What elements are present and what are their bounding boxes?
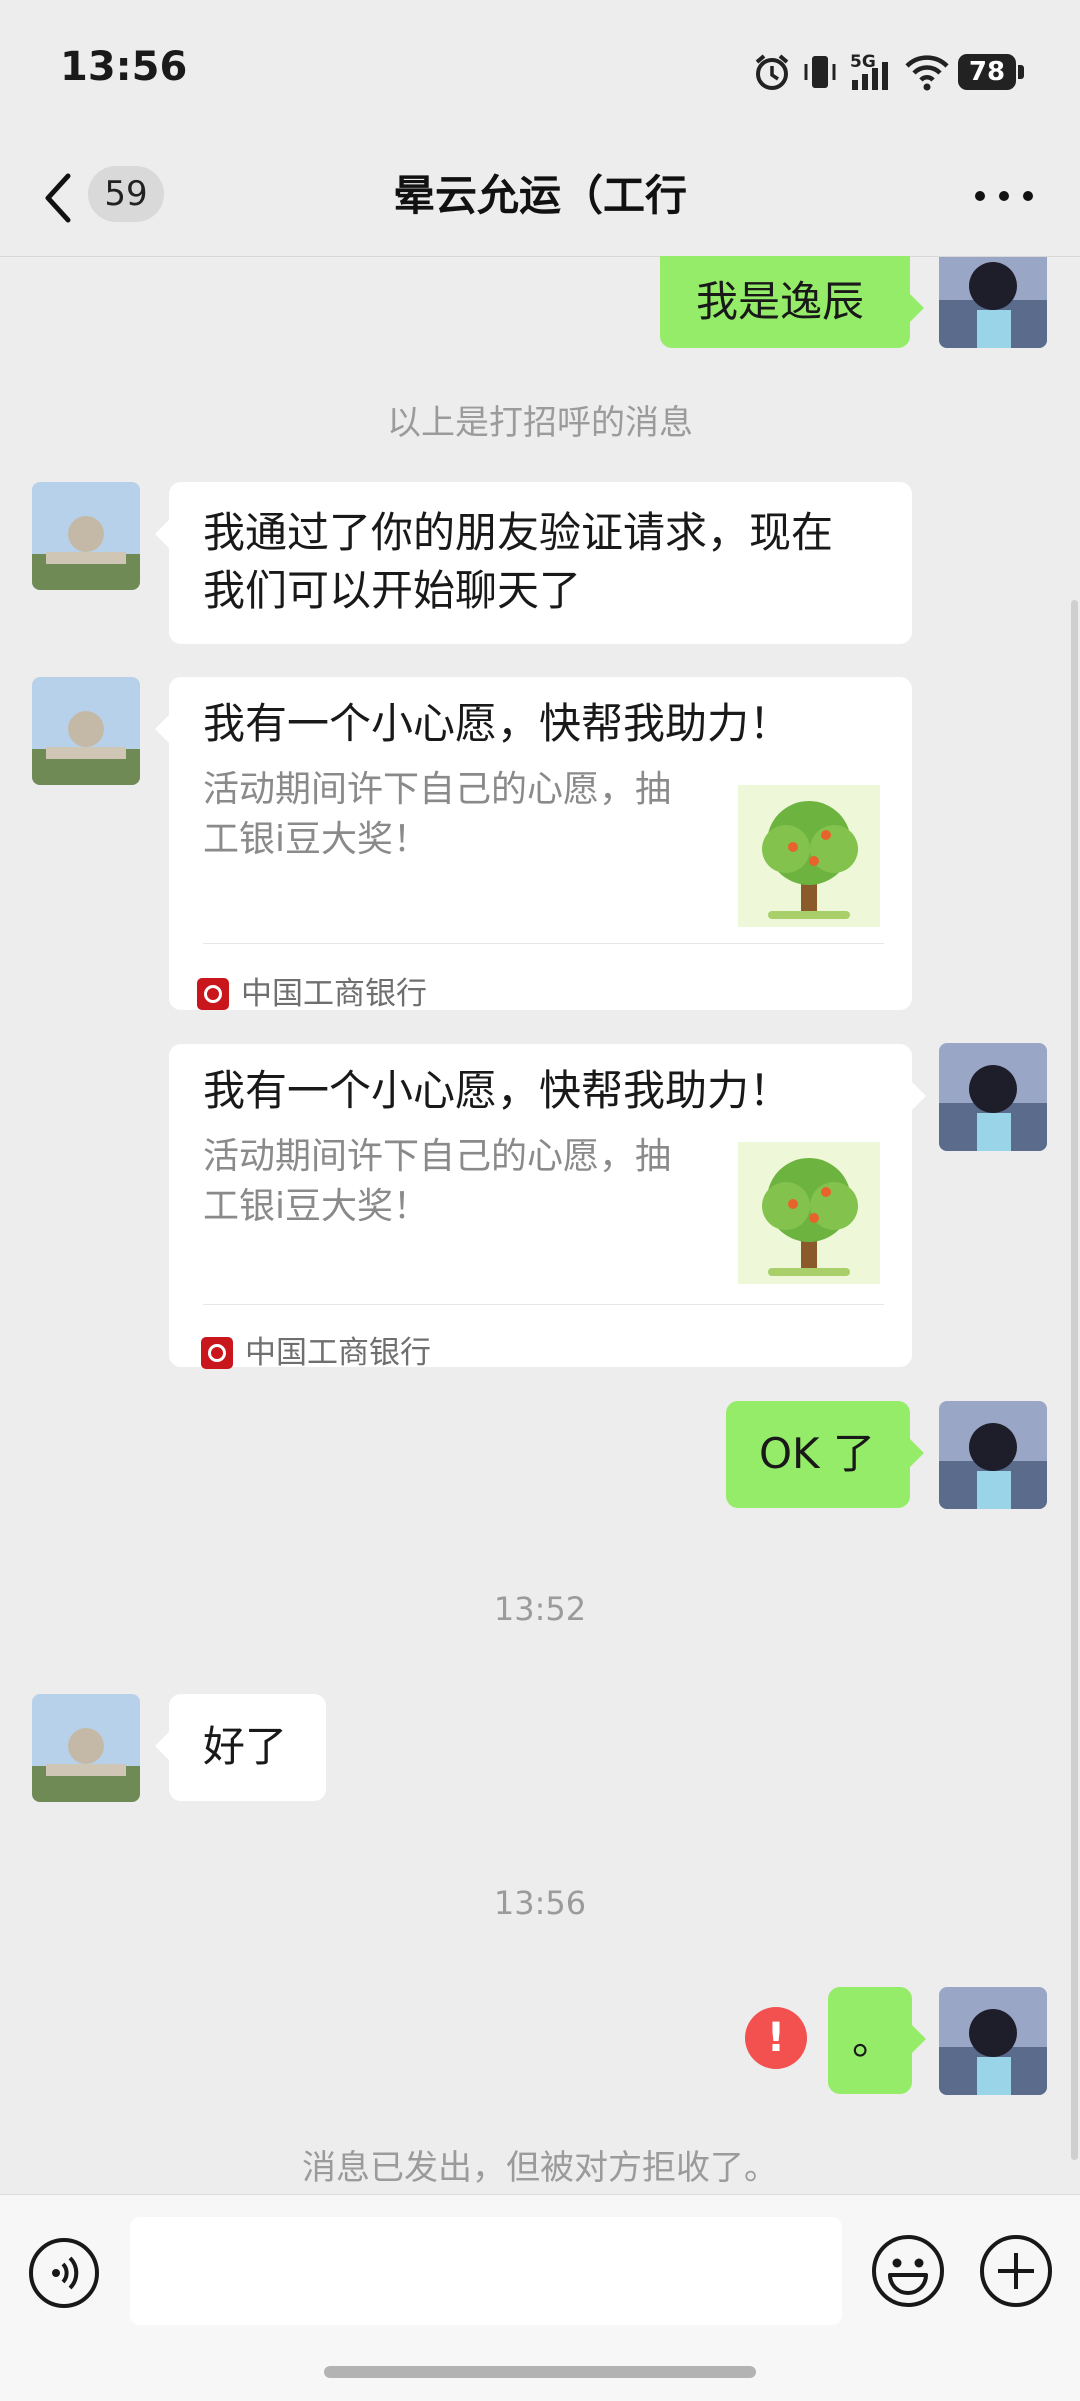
emoji-icon[interactable] [870, 2233, 946, 2309]
status-time: 13:56 [60, 44, 188, 90]
card-desc-line: 活动期间许下自己的心愿，抽 [203, 1136, 672, 1177]
card-source: 中国工商银行 [201, 1324, 431, 1382]
card-source-label: 中国工商银行 [241, 976, 427, 1012]
card-source: 中国工商银行 [197, 965, 427, 1023]
home-indicator[interactable] [324, 2366, 756, 2378]
message-input[interactable] [130, 2217, 842, 2325]
greeting-notice: 以上是打招呼的消息 [387, 403, 693, 443]
tree-thumbnail-icon [738, 1142, 880, 1284]
more-icon[interactable] [972, 180, 1036, 212]
voice-icon[interactable] [28, 2237, 100, 2309]
link-card[interactable]: 我有一个小心愿，快帮我助力！ 活动期间许下自己的心愿，抽 工银i豆大奖！ 中国工… [155, 677, 912, 1012]
battery-icon: 78 [958, 54, 1024, 90]
chat-title: 晕云允运（工行 [392, 171, 687, 220]
wifi-icon [905, 55, 949, 91]
card-divider [203, 1304, 884, 1305]
link-card[interactable]: 我有一个小心愿，快帮我助力！ 活动期间许下自己的心愿，抽 工银i豆大奖！ 中国工… [169, 1044, 926, 1371]
message-text: OK 了 [759, 1429, 875, 1478]
card-title: 我有一个小心愿，快帮我助力！ [203, 1066, 792, 1115]
message-text: 我是逸辰 [696, 277, 865, 326]
vibrate-icon [804, 56, 836, 88]
tree-thumbnail-icon [738, 785, 880, 927]
received-message-bubble[interactable]: 我通过了你的朋友验证请求，现在 我们可以开始聊天了 [155, 482, 912, 644]
card-divider [203, 943, 884, 944]
message-text: 好了 [203, 1722, 288, 1771]
message-text-line: 我通过了你的朋友验证请求，现在 [203, 508, 834, 557]
card-desc-line: 工银i豆大奖！ [203, 819, 430, 860]
scrollbar[interactable] [1071, 600, 1078, 2160]
icbc-logo-icon [197, 978, 229, 1010]
my-avatar[interactable] [939, 1043, 1047, 1151]
rejected-notice: 消息已发出，但被对方拒收了。 [302, 2148, 778, 2188]
timestamp: 13:52 [493, 1590, 587, 1628]
card-description: 活动期间许下自己的心愿，抽 工银i豆大奖！ [203, 1132, 713, 1232]
sent-message-bubble[interactable]: 我是逸辰 [660, 256, 924, 348]
sent-message-bubble[interactable]: OK 了 [726, 1401, 924, 1508]
card-desc-line: 工银i豆大奖！ [203, 1186, 430, 1227]
card-source-label: 中国工商银行 [245, 1335, 431, 1371]
timestamp: 13:56 [493, 1884, 587, 1922]
contact-avatar[interactable] [32, 677, 140, 785]
icbc-logo-icon [201, 1337, 233, 1369]
message-text-line: 我们可以开始聊天了 [203, 566, 582, 615]
my-avatar[interactable] [939, 1401, 1047, 1509]
plus-icon[interactable] [978, 2233, 1054, 2309]
alarm-icon [755, 54, 789, 90]
contact-avatar[interactable] [32, 482, 140, 590]
chat-header: 59 晕云允运（工行 [0, 140, 1080, 257]
card-description: 活动期间许下自己的心愿，抽 工银i豆大奖！ [203, 765, 713, 865]
contact-avatar[interactable] [32, 1694, 140, 1802]
sent-message-bubble[interactable]: 。 [828, 1987, 926, 2094]
message-text: 。 [852, 2015, 895, 2064]
received-message-bubble[interactable]: 好了 [155, 1694, 326, 1801]
signal-icon [852, 62, 888, 90]
card-desc-line: 活动期间许下自己的心愿，抽 [203, 769, 672, 810]
my-avatar[interactable] [939, 257, 1047, 348]
send-failed-icon[interactable]: ! [745, 2007, 807, 2069]
card-title: 我有一个小心愿，快帮我助力！ [203, 699, 792, 748]
my-avatar[interactable] [939, 1987, 1047, 2095]
